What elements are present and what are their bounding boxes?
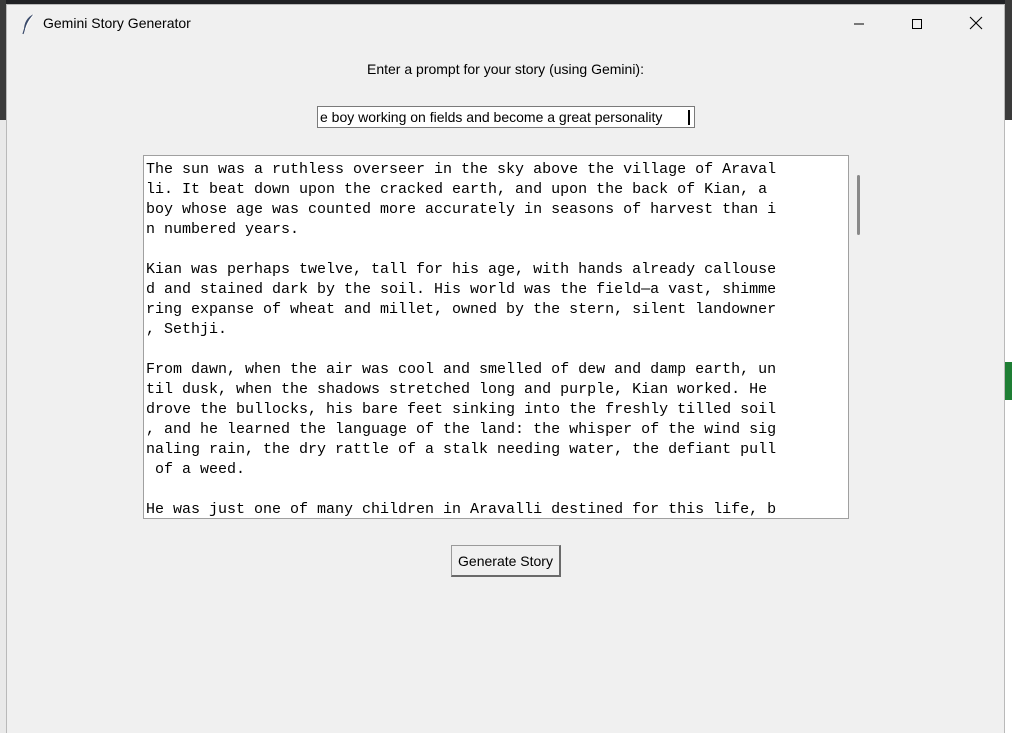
text-caret — [688, 110, 690, 125]
background-right-edge — [1005, 0, 1012, 733]
story-line: d and stained dark by the soil. His worl… — [146, 281, 777, 298]
story-line: Kian was perhaps twelve, tall for his ag… — [146, 261, 777, 278]
story-line: of a weed. — [146, 461, 246, 478]
close-icon — [969, 15, 983, 34]
story-text: The sun was a ruthless overseer in the s… — [146, 160, 846, 518]
story-line — [146, 240, 846, 260]
close-button[interactable] — [953, 5, 999, 43]
story-line: , and he learned the language of the lan… — [146, 421, 777, 438]
title-bar[interactable]: Gemini Story Generator — [7, 5, 1004, 43]
minimize-button[interactable] — [836, 5, 882, 43]
story-line: naling rain, the dry rattle of a stalk n… — [146, 441, 777, 458]
prompt-input[interactable]: e boy working on fields and become a gre… — [317, 106, 695, 128]
story-line: li. It beat down upon the cracked earth,… — [146, 181, 777, 198]
story-line: The sun was a ruthless overseer in the s… — [146, 161, 777, 178]
story-line: From dawn, when the air was cool and sme… — [146, 361, 777, 378]
feather-icon — [21, 13, 37, 35]
story-line — [146, 340, 846, 360]
story-output-textbox[interactable]: The sun was a ruthless overseer in the s… — [143, 155, 849, 519]
maximize-icon — [911, 15, 923, 34]
maximize-button[interactable] — [894, 5, 940, 43]
window-title: Gemini Story Generator — [43, 15, 191, 31]
story-line: boy whose age was counted more accuratel… — [146, 201, 777, 218]
story-line: ring expanse of wheat and millet, owned … — [146, 301, 777, 318]
prompt-input-value: e boy working on fields and become a gre… — [320, 109, 663, 125]
story-line: , Sethji. — [146, 321, 228, 338]
story-line: til dusk, when the shadows stretched lon… — [146, 381, 777, 398]
story-line: n numbered years. — [146, 221, 300, 238]
story-scrollbar[interactable] — [855, 155, 863, 519]
app-window: Gemini Story Generator Enter a prompt fo… — [6, 4, 1005, 733]
generate-story-button[interactable]: Generate Story — [451, 545, 561, 577]
prompt-label: Enter a prompt for your story (using Gem… — [367, 61, 644, 77]
scrollbar-thumb[interactable] — [857, 175, 860, 235]
minimize-icon — [853, 15, 865, 34]
story-line: He was just one of many children in Arav… — [146, 501, 777, 518]
story-line — [146, 480, 846, 500]
story-line: drove the bullocks, his bare feet sinkin… — [146, 401, 777, 418]
